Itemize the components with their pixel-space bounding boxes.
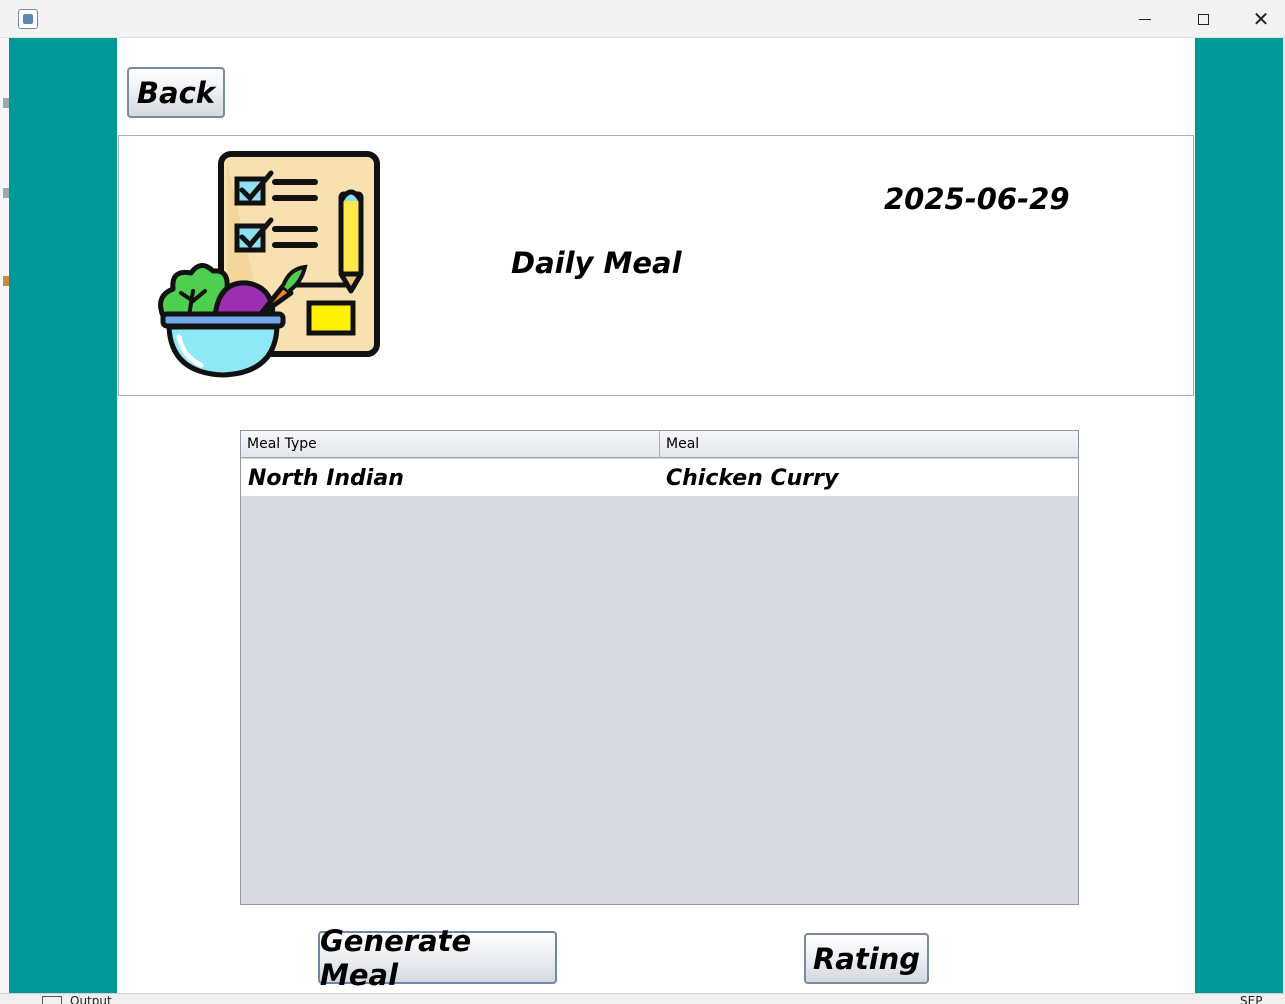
back-button[interactable]: Back (127, 67, 225, 118)
java-app-icon (18, 9, 38, 29)
date-label: 2025-06-29 (884, 182, 1070, 216)
table-header: Meal Type Meal (241, 431, 1078, 458)
column-header-meal-type[interactable]: Meal Type (241, 431, 660, 457)
close-icon: ✕ (1252, 7, 1270, 31)
maximize-button[interactable] (1174, 0, 1232, 38)
background-window-edge (0, 38, 9, 993)
minimize-button[interactable] (1116, 0, 1174, 38)
meal-plan-checklist-icon (158, 151, 380, 378)
taskbar-strip: Output SEP (0, 993, 1285, 1004)
left-background-panel (9, 38, 117, 993)
right-background-panel (1195, 38, 1283, 993)
main-content-panel: Back Daily Meal 2025-06-29 Meal Type Mea… (117, 38, 1195, 993)
table-cell-meal: Chicken Curry (666, 466, 839, 491)
rating-button[interactable]: Rating (804, 933, 929, 984)
table-row[interactable]: North Indian Chicken Curry (241, 459, 1078, 496)
minimize-icon (1139, 18, 1151, 20)
maximize-icon (1197, 13, 1209, 25)
taskbar-output-label[interactable]: Output (70, 995, 112, 1004)
output-window-icon (42, 996, 62, 1004)
column-header-meal[interactable]: Meal (660, 431, 1078, 457)
meal-table[interactable]: Meal Type Meal North Indian Chicken Curr… (240, 430, 1079, 905)
generate-meal-button[interactable]: Generate Meal (318, 924, 557, 992)
header-panel: Daily Meal 2025-06-29 (118, 135, 1194, 396)
table-cell-meal-type: North Indian (248, 466, 404, 491)
window-title-bar: ✕ (0, 0, 1285, 38)
taskbar-right-label: SEP (1240, 994, 1263, 1004)
close-button[interactable]: ✕ (1232, 0, 1285, 38)
page-title: Daily Meal (511, 246, 682, 280)
table-body: North Indian Chicken Curry (241, 459, 1078, 496)
